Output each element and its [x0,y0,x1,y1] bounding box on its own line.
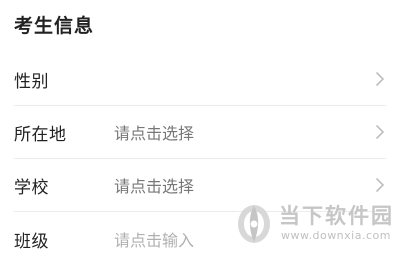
watermark-logo-icon [238,205,270,243]
location-label: 所在地 [14,124,67,145]
gender-label: 性别 [14,71,49,92]
school-label: 学校 [14,177,49,198]
school-value: 请点击选择 [114,177,195,196]
location-value: 请点击选择 [114,124,195,143]
section-title: 考生信息 [14,15,95,37]
chevron-right-icon [376,178,384,192]
chevron-right-icon [376,125,384,139]
row-gender[interactable]: 性别 [14,53,386,105]
watermark: 当下软件园 www.downxia.com [235,198,395,250]
watermark-name: 当下软件园 [279,204,394,228]
class-label: 班级 [14,231,49,252]
student-info-form: 考生信息 性别 所在地 请点击选择 学校 请点击选择 班级 请点击输入 当下软件… [0,0,400,263]
row-location[interactable]: 所在地 请点击选择 [14,106,386,158]
watermark-url: www.downxia.com [281,229,391,242]
chevron-right-icon [376,72,384,86]
